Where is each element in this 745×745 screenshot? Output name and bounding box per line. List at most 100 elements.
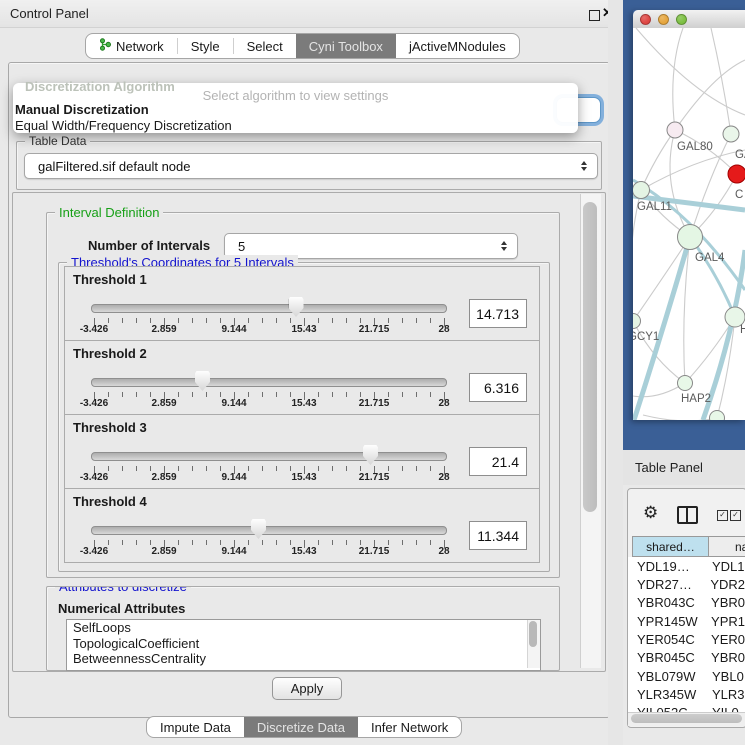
table-row[interactable]: YBL079WYBL0 — [628, 667, 745, 685]
slider-tick-label: 28 — [438, 472, 449, 483]
slider-tick — [290, 392, 291, 397]
slider-tick — [178, 540, 179, 545]
slider-tick — [206, 466, 207, 471]
gear-icon[interactable]: ⚙ — [643, 503, 658, 523]
threshold-value-field[interactable] — [469, 521, 527, 550]
tab-style[interactable]: Style — [178, 34, 233, 58]
slider-tick-label: 9.144 — [221, 324, 246, 335]
slider-tick — [332, 540, 333, 545]
tab-cyni-toolbox[interactable]: Cyni Toolbox — [296, 34, 396, 58]
table-data-selected-value: galFiltered.sif default node — [25, 159, 577, 174]
table-header-row: shared… na — [632, 536, 745, 557]
slider-tick — [206, 392, 207, 397]
list-item[interactable]: BetweennessCentrality — [67, 651, 540, 667]
slider-tick — [262, 392, 263, 397]
tab-network[interactable]: Network — [86, 34, 177, 58]
slider-tick — [290, 540, 291, 545]
list-item[interactable]: SelfLoops — [67, 620, 540, 636]
zoom-traffic-light[interactable] — [676, 14, 687, 25]
table-row[interactable]: YBR043CYBR0 — [628, 594, 745, 612]
slider-thumb[interactable] — [195, 371, 210, 391]
slider-tick — [360, 466, 361, 471]
network-node-GAL11[interactable] — [633, 182, 650, 199]
network-node-HAP2[interactable] — [678, 376, 693, 391]
minimize-traffic-light[interactable] — [658, 14, 669, 25]
tab-select[interactable]: Select — [234, 34, 296, 58]
slider-tick — [388, 392, 389, 397]
network-node-N9[interactable] — [710, 411, 725, 421]
slider-track[interactable] — [91, 304, 447, 313]
slider-tick — [430, 540, 431, 545]
checkbox-icon[interactable]: ✓ — [730, 510, 741, 521]
network-node-GAL80[interactable] — [667, 122, 683, 138]
number-of-intervals-label: Number of Intervals — [88, 238, 210, 253]
tab-jactivemnodules[interactable]: jActiveMNodules — [396, 34, 519, 58]
table-row[interactable]: YDR27…YDR2 — [628, 575, 745, 593]
network-node-GAL4[interactable] — [678, 225, 703, 250]
table-row[interactable]: YIL052CYIL0 — [628, 704, 745, 712]
threshold-value-field[interactable] — [469, 299, 527, 328]
slider-track[interactable] — [91, 526, 447, 535]
network-node-label: GCY1 — [633, 331, 659, 343]
close-traffic-light[interactable] — [640, 14, 651, 25]
table-row[interactable]: YLR345WYLR3 — [628, 685, 745, 703]
table-row[interactable]: YBR045CYBR0 — [628, 649, 745, 667]
network-canvas[interactable]: GAL80GACGAL11GAL4GCY1HHAP2 — [633, 28, 745, 420]
slider-track[interactable] — [91, 378, 447, 387]
table-row[interactable]: YDL19…YDL1 — [628, 557, 745, 575]
cell-shared-name: YPR145W — [628, 614, 702, 629]
network-node-RED[interactable] — [728, 165, 745, 183]
network-node-GA[interactable] — [723, 126, 739, 142]
threshold-value-field[interactable] — [469, 447, 527, 476]
slider-tick — [192, 392, 193, 397]
tab-label: jActiveMNodules — [409, 39, 506, 54]
column-header-shared-name[interactable]: shared… — [632, 536, 709, 557]
bottom-tab-impute-data[interactable]: Impute Data — [147, 717, 244, 737]
slider-tick — [318, 466, 319, 471]
apply-button[interactable]: Apply — [272, 677, 342, 700]
dropdown-option-manual-discretization[interactable]: Manual Discretization — [15, 102, 149, 117]
numerical-attributes-list[interactable]: SelfLoopsTopologicalCoefficientBetweenne… — [66, 619, 541, 671]
network-node-GCY1[interactable] — [633, 314, 641, 329]
cell-shared-name: YBR043C — [628, 595, 702, 610]
slider-tick-label: 15.43 — [291, 398, 316, 409]
slider-thumb[interactable] — [289, 297, 304, 317]
horizontal-scrollbar-thumb[interactable] — [631, 714, 742, 723]
slider-tick-label: 28 — [438, 324, 449, 335]
slider-tick — [248, 392, 249, 397]
table-row[interactable]: YER054CYER0 — [628, 630, 745, 648]
combo-stepper-icon — [497, 241, 511, 251]
vertical-scrollbar-thumb[interactable] — [583, 202, 597, 512]
threshold-block-4: Threshold 4-3.4262.8599.14415.4321.71528 — [64, 488, 540, 563]
bottom-tab-discretize-data[interactable]: Discretize Data — [244, 717, 358, 737]
bottom-tab-infer-network[interactable]: Infer Network — [358, 717, 461, 737]
checkbox-icon[interactable]: ✓ — [717, 510, 728, 521]
slider-tick — [360, 392, 361, 397]
panel-divider[interactable] — [608, 0, 623, 745]
column-layout-icon[interactable] — [677, 506, 698, 524]
slider-tick — [192, 466, 193, 471]
list-scrollbar-thumb[interactable] — [529, 621, 537, 647]
slider-tick — [402, 466, 403, 471]
dropdown-option-equal-width-frequency[interactable]: Equal Width/Frequency Discretization — [15, 118, 232, 133]
table-data-combobox[interactable]: galFiltered.sif default node — [24, 153, 598, 179]
table-row[interactable]: YPR145WYPR1 — [628, 612, 745, 630]
slider-track[interactable] — [91, 452, 447, 461]
slider-tick-label: 2.859 — [151, 324, 176, 335]
slider-tick — [206, 540, 207, 545]
slider-tick — [150, 540, 151, 545]
slider-tick — [262, 540, 263, 545]
list-item[interactable]: TopologicalCoefficient — [67, 636, 540, 652]
column-header-name[interactable]: na — [709, 536, 745, 557]
slider-tick-label: 9.144 — [221, 546, 246, 557]
cell-name: YBR0 — [702, 650, 745, 665]
threshold-value-field[interactable] — [469, 373, 527, 402]
slider-tick — [150, 392, 151, 397]
float-window-icon[interactable] — [589, 10, 600, 21]
network-window-titlebar[interactable] — [633, 10, 745, 29]
threshold-block-3: Threshold 3-3.4262.8599.14415.4321.71528 — [64, 414, 540, 489]
slider-thumb[interactable] — [363, 445, 378, 465]
slider-tick — [122, 318, 123, 323]
slider-tick — [346, 540, 347, 545]
slider-thumb[interactable] — [251, 519, 266, 539]
